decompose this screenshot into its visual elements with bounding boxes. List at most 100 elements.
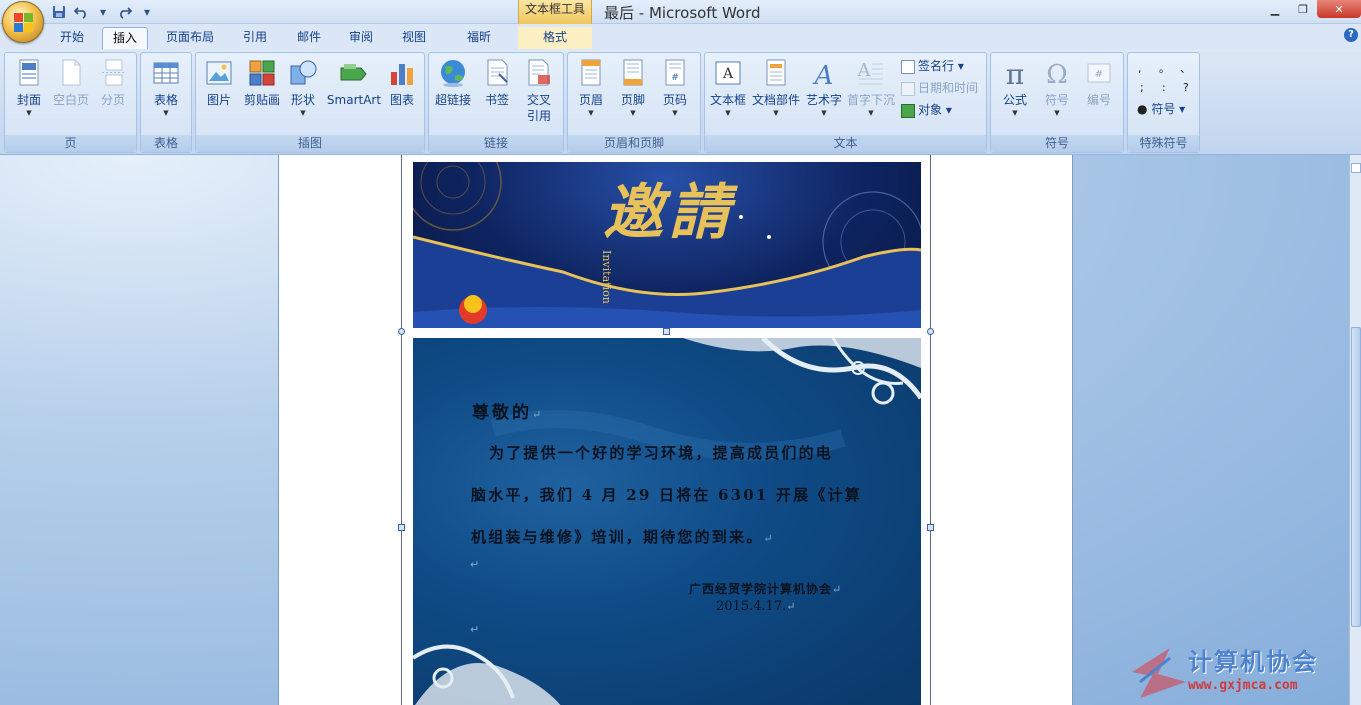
- watermark-url: www.gxjmca.com: [1188, 678, 1298, 693]
- colon-symbol[interactable]: :: [1162, 78, 1166, 98]
- office-button[interactable]: [2, 1, 44, 43]
- text-box-button[interactable]: A 文本框 ▼: [706, 55, 750, 118]
- invitation-banner-image[interactable]: 邀請 Invitation: [413, 162, 921, 328]
- ruler-toggle-icon[interactable]: [1351, 163, 1361, 173]
- resize-handle-right[interactable]: [927, 524, 934, 531]
- group-header-footer: 页眉 ▼ 页脚 ▼ # 页码 ▼ 页眉和页脚: [567, 52, 701, 153]
- tab-view[interactable]: 视图: [391, 27, 437, 49]
- undo-icon[interactable]: [72, 3, 90, 20]
- date-time-button[interactable]: 日期和时间: [901, 78, 978, 98]
- document-page[interactable]: 邀請 Invitation 尊敬的↵ 为了提供一个好的学习环境，提高成员们的电 …: [278, 155, 1073, 705]
- svg-text:A: A: [722, 66, 734, 82]
- cover-page-icon: [19, 59, 39, 86]
- signature-line-button[interactable]: 签名行 ▾: [901, 56, 964, 76]
- picture-icon: [206, 61, 232, 85]
- help-icon[interactable]: ?: [1344, 28, 1358, 42]
- tab-insert[interactable]: 插入: [102, 27, 148, 49]
- banner-title: 邀請: [603, 178, 735, 248]
- tab-format[interactable]: 格式: [518, 27, 592, 49]
- cover-page-button[interactable]: 封面 ▼: [7, 55, 51, 118]
- wordart-button[interactable]: A 艺术字 ▼: [801, 55, 847, 118]
- footer-button[interactable]: 页脚 ▼: [611, 55, 655, 118]
- enum-comma-symbol[interactable]: 、: [1180, 59, 1191, 79]
- minimize-icon[interactable]: ▁: [1261, 0, 1289, 18]
- scrollbar-thumb[interactable]: [1351, 327, 1361, 627]
- table-icon: [153, 62, 179, 84]
- page-break-button[interactable]: 分页: [91, 55, 135, 108]
- svg-text:A: A: [813, 61, 834, 88]
- number-icon: #: [1087, 63, 1111, 83]
- blank-page-icon: [62, 59, 81, 86]
- clip-art-button[interactable]: 剪贴画: [240, 55, 284, 108]
- wordart-icon: A: [813, 61, 834, 88]
- cross-reference-button[interactable]: 交叉 引用: [517, 55, 561, 124]
- group-label-symbols: 符号: [991, 135, 1123, 152]
- tab-foxit-pdf[interactable]: 福昕PDF: [446, 27, 512, 65]
- special-symbol-button[interactable]: ● 符号 ▾: [1137, 99, 1185, 119]
- chart-icon: [391, 64, 413, 85]
- restore-icon[interactable]: ❐: [1289, 0, 1317, 18]
- tab-review[interactable]: 审阅: [338, 27, 384, 49]
- title-bar: ▾ ▾ 文本框工具 最后 - Microsoft Word ▁ ❐ ✕: [0, 0, 1361, 24]
- svg-text:#: #: [671, 73, 679, 83]
- object-button[interactable]: 对象 ▾: [901, 100, 952, 120]
- close-icon[interactable]: ✕: [1317, 0, 1361, 18]
- watermark-title: 计算机协会: [1188, 648, 1318, 676]
- tab-references[interactable]: 引用: [232, 27, 278, 49]
- bookmark-button[interactable]: 书签: [475, 55, 519, 108]
- tab-home[interactable]: 开始: [50, 27, 94, 49]
- svg-text:A: A: [857, 60, 872, 81]
- resize-handle-top-left[interactable]: [398, 328, 405, 335]
- header-button[interactable]: 页眉 ▼: [569, 55, 613, 118]
- resize-handle-left[interactable]: [398, 524, 405, 531]
- bookmark-icon: [487, 59, 508, 86]
- group-pages: 封面 ▼ 空白页 分页 页: [4, 52, 137, 153]
- drop-cap-icon: A: [857, 60, 883, 85]
- globe-icon: [441, 60, 465, 87]
- table-button[interactable]: 表格 ▼: [144, 55, 188, 118]
- bullet-icon: ●: [1137, 102, 1148, 116]
- footer-icon: [623, 59, 643, 86]
- contextual-tool-header: 文本框工具: [518, 0, 592, 24]
- number-button[interactable]: # 编号: [1077, 55, 1121, 108]
- body-line-1: 为了提供一个好的学习环境，提高成员们的电: [489, 444, 834, 462]
- card-ornaments: [413, 338, 921, 705]
- page-number-button[interactable]: # 页码 ▼: [653, 55, 697, 118]
- resize-handle-top-right[interactable]: [927, 328, 934, 335]
- quick-parts-button[interactable]: 文档部件 ▼: [751, 55, 801, 118]
- blank-page-button[interactable]: 空白页: [49, 55, 93, 108]
- quick-parts-icon: [766, 59, 786, 86]
- resize-handle-top[interactable]: [663, 328, 670, 335]
- equation-button[interactable]: π 公式 ▼: [993, 55, 1037, 118]
- hyperlink-button[interactable]: 超链接: [431, 55, 475, 108]
- body-line-2: 脑水平，我们 4 月 29 日将在 6301 开展《计算: [471, 486, 862, 504]
- watermark-logo-icon: [1132, 648, 1186, 698]
- drop-cap-button[interactable]: A 首字下沉 ▼: [845, 55, 897, 118]
- question-symbol[interactable]: ?: [1183, 78, 1189, 98]
- tab-mailings[interactable]: 邮件: [286, 27, 332, 49]
- symbol-button[interactable]: Ω 符号 ▼: [1035, 55, 1079, 118]
- customize-qat-icon[interactable]: ▾: [138, 3, 156, 20]
- signature-text: 广西经贸学院计算机协会↵: [689, 582, 843, 596]
- signature-icon: [901, 59, 915, 74]
- save-icon[interactable]: [50, 3, 68, 20]
- group-illustrations: 图片 剪贴画 形状 ▼ SmartArt 图表 插图: [195, 52, 425, 153]
- shapes-button[interactable]: 形状 ▼: [281, 55, 325, 118]
- undo-dropdown-icon[interactable]: ▾: [94, 3, 112, 20]
- vertical-scrollbar[interactable]: [1349, 155, 1361, 705]
- picture-button[interactable]: 图片: [197, 55, 241, 108]
- comma-symbol[interactable]: ,: [1138, 59, 1142, 79]
- semicolon-symbol[interactable]: ;: [1140, 78, 1144, 98]
- cross-reference-icon: [528, 59, 550, 86]
- redo-icon[interactable]: [116, 3, 134, 20]
- group-special-symbols: , 。 、 ; : ? ● 符号 ▾ 特殊符号: [1127, 52, 1200, 153]
- group-symbols: π 公式 ▼ Ω 符号 ▼ # 编号 符号: [990, 52, 1124, 153]
- svg-text:Ω: Ω: [1046, 60, 1068, 88]
- period-symbol[interactable]: 。: [1159, 59, 1170, 79]
- chart-button[interactable]: 图表: [380, 55, 424, 108]
- smartart-button[interactable]: SmartArt: [324, 55, 384, 108]
- clip-art-icon: [249, 60, 275, 86]
- svg-text:π: π: [1006, 58, 1024, 88]
- invitation-card-image[interactable]: 尊敬的↵ 为了提供一个好的学习环境，提高成员们的电 脑水平，我们 4 月 29 …: [413, 338, 921, 705]
- tab-page-layout[interactable]: 页面布局: [156, 27, 224, 49]
